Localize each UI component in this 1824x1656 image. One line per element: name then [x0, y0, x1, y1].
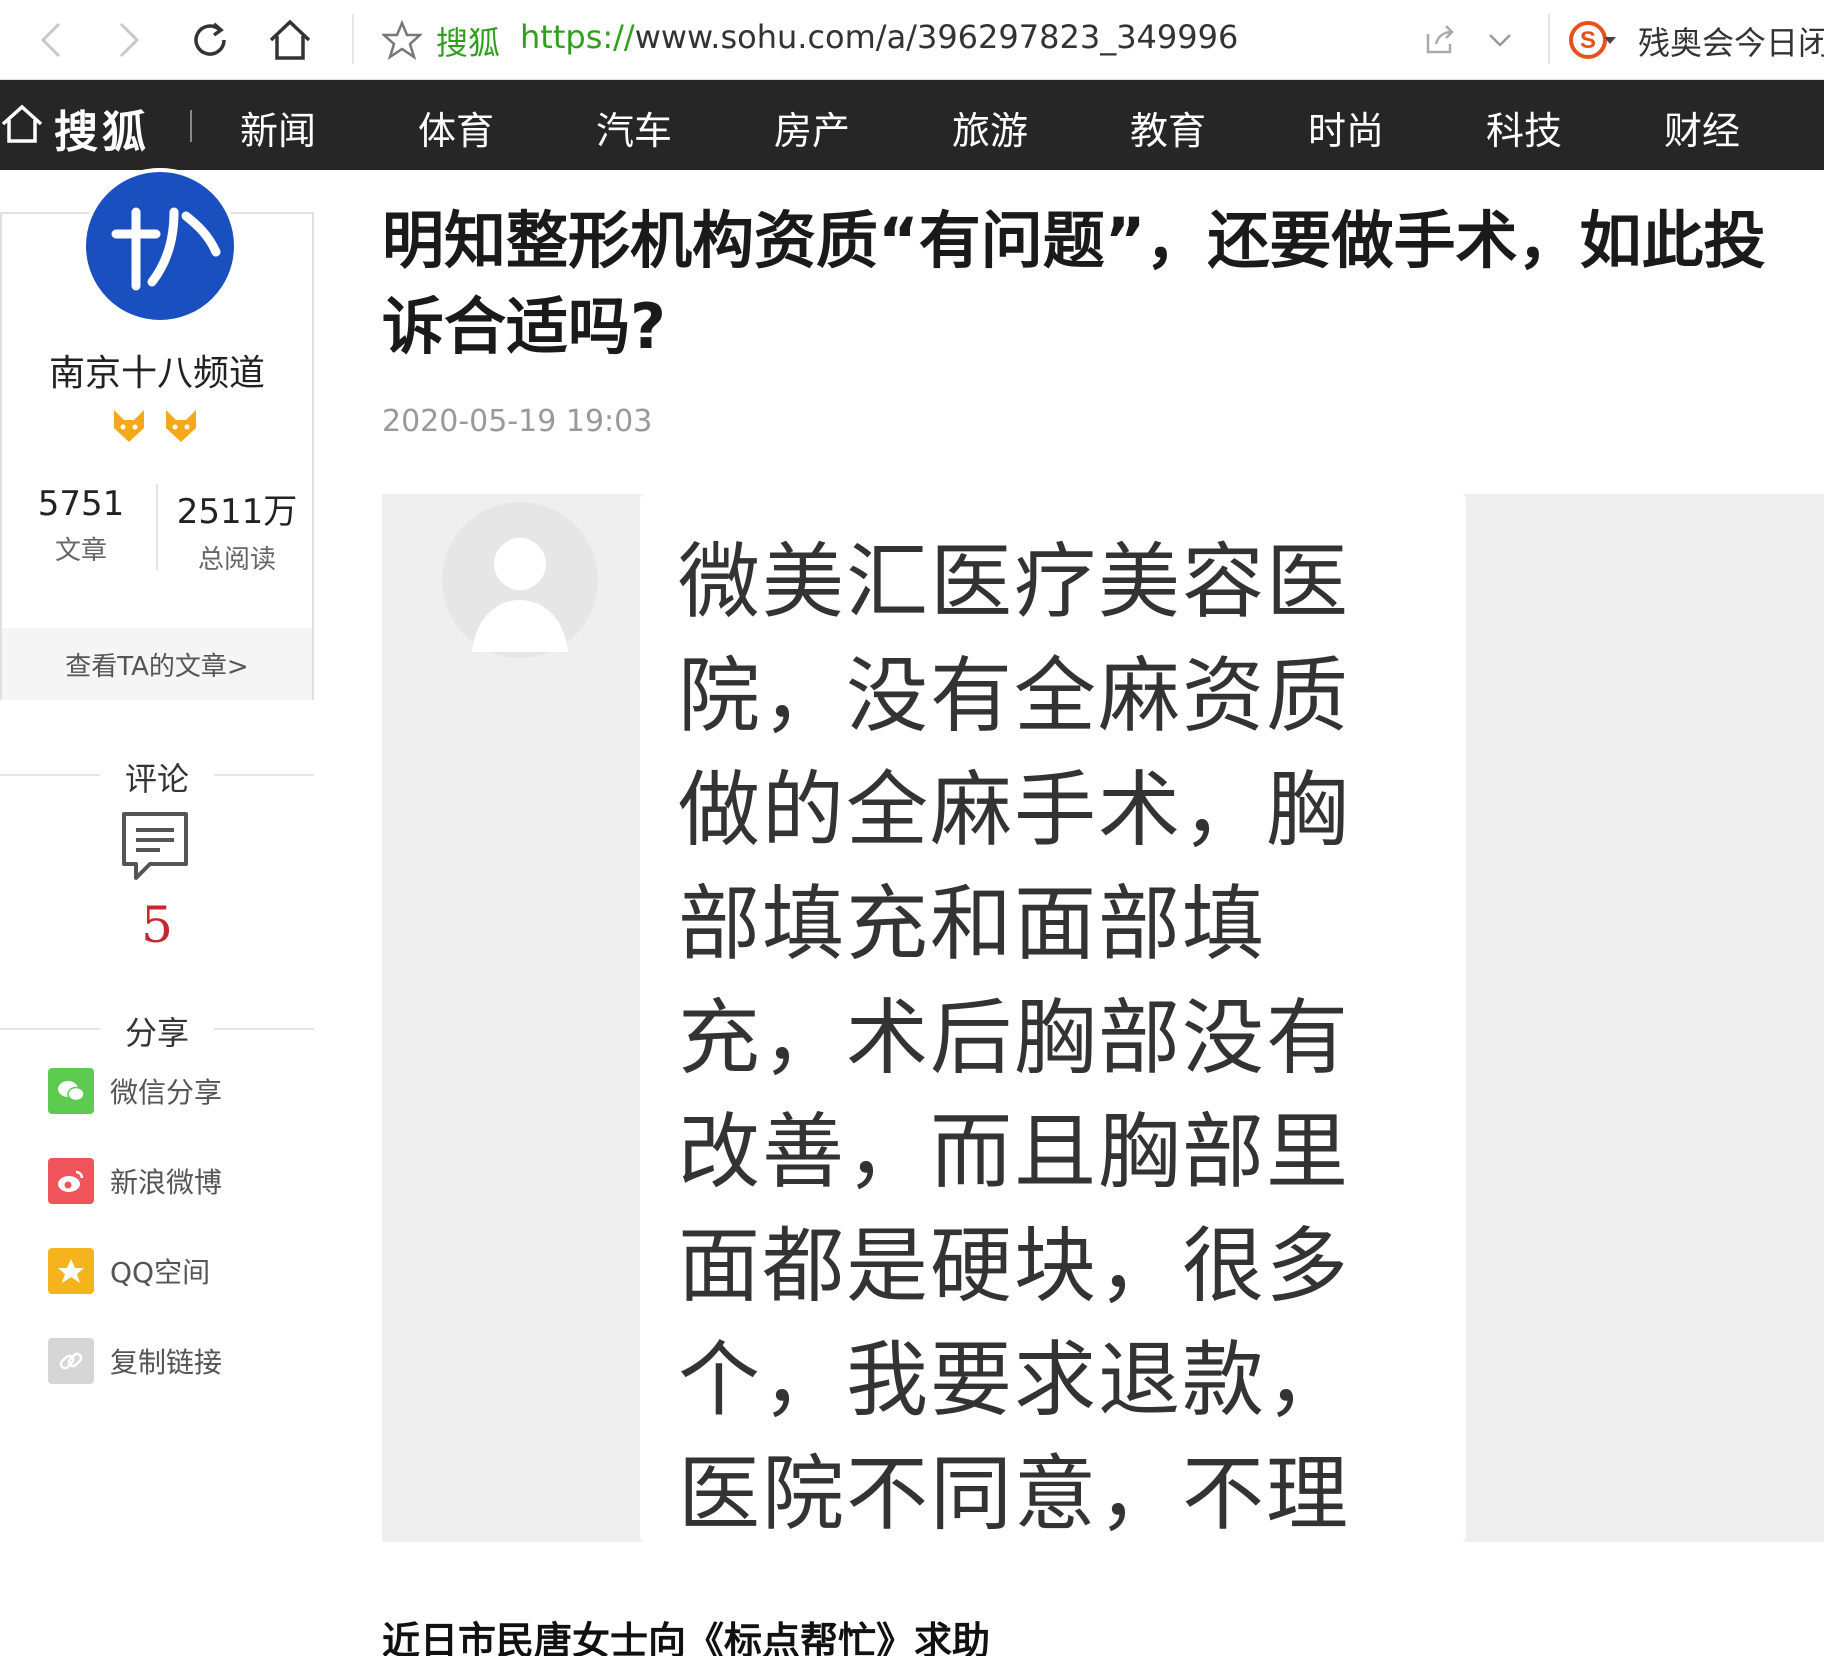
author-name[interactable]: 南京十八频道: [2, 344, 312, 396]
chat-avatar-placeholder: [442, 502, 598, 658]
article-lead-paragraph: 近日市民唐女士向《标点帮忙》求助: [382, 1619, 991, 1656]
svg-text:S: S: [1580, 27, 1596, 54]
article-date: 2020-05-19 19:03: [382, 404, 653, 439]
stat-reads: 2511万 总阅读: [162, 484, 312, 576]
nav-item-education[interactable]: 教育: [1130, 100, 1206, 155]
article-title: 明知整形机构资质“有问题”，还要做手术，如此投诉合适吗?: [382, 204, 1766, 363]
home-outline-icon[interactable]: [0, 102, 44, 146]
toolbar-separator: [352, 14, 354, 64]
forward-icon[interactable]: [104, 14, 156, 66]
comment-icon[interactable]: [120, 810, 190, 884]
articles-label: 文章: [54, 536, 107, 566]
home-icon[interactable]: [264, 14, 316, 66]
share-weibo-label: 新浪微博: [110, 1166, 223, 1199]
nav-divider: [190, 110, 192, 142]
channel-logo-icon: [82, 168, 238, 324]
reads-label: 总阅读: [197, 545, 276, 575]
article-image: 微美汇医疗美容医院，没有全麻资质做的全麻手术，胸部填充和面部填充，术后胸部没有改…: [382, 494, 1824, 1542]
address-bar-url[interactable]: https://www.sohu.com/a/396297823_349996: [520, 18, 1238, 56]
share-qzone[interactable]: QQ空间: [48, 1248, 210, 1294]
toolbar-separator: [1548, 14, 1550, 64]
comments-title: 评论: [124, 760, 189, 798]
reload-icon[interactable]: [184, 14, 236, 66]
stat-articles: 5751 文章: [6, 484, 156, 567]
sohu-logo[interactable]: 搜狐: [54, 96, 150, 160]
share-title: 分享: [124, 1014, 189, 1052]
fox-badge-icon: [114, 410, 144, 442]
qzone-star-icon: [48, 1248, 94, 1294]
share-copy-link-label: 复制链接: [110, 1346, 223, 1379]
comments-heading: 评论: [0, 754, 314, 798]
share-qzone-label: QQ空间: [110, 1256, 211, 1289]
share-wechat[interactable]: 微信分享: [48, 1068, 222, 1114]
share-heading: 分享: [0, 1008, 314, 1052]
stat-divider: [156, 484, 158, 570]
chevron-down-icon[interactable]: [1474, 14, 1526, 66]
nav-item-fashion[interactable]: 时尚: [1308, 100, 1384, 155]
link-icon: [48, 1338, 94, 1384]
view-articles-link[interactable]: 查看TA的文章>: [2, 628, 312, 700]
url-path: www.sohu.com/a/396297823_349996: [634, 18, 1239, 56]
nav-item-news[interactable]: 新闻: [240, 100, 316, 155]
nav-item-tech[interactable]: 科技: [1486, 100, 1562, 155]
url-scheme: https://: [520, 18, 635, 56]
nav-item-realestate[interactable]: 房产: [774, 100, 850, 155]
reads-count: 2511万: [176, 492, 298, 532]
back-icon[interactable]: [24, 14, 76, 66]
share-page-icon[interactable]: [1414, 14, 1466, 66]
nav-item-finance[interactable]: 财经: [1664, 100, 1740, 155]
author-avatar[interactable]: [82, 168, 238, 324]
chat-message-text: 微美汇医疗美容医院，没有全麻资质做的全麻手术，胸部填充和面部填充，术后胸部没有改…: [678, 535, 1351, 1542]
author-stats: 5751 文章 2511万 总阅读: [2, 484, 312, 576]
share-wechat-label: 微信分享: [110, 1076, 223, 1109]
share-weibo[interactable]: 新浪微博: [48, 1158, 222, 1204]
comment-count[interactable]: 5: [0, 896, 314, 954]
wechat-icon: [48, 1068, 94, 1114]
fox-badge-icon: [166, 410, 196, 442]
share-copy-link[interactable]: 复制链接: [48, 1338, 222, 1384]
address-site-label: 搜狐: [436, 24, 501, 62]
nav-item-sports[interactable]: 体育: [418, 100, 494, 155]
news-ticker[interactable]: 残奥会今日闭幕: [1638, 18, 1824, 64]
browser-toolbar: 搜狐 https://www.sohu.com/a/396297823_3499…: [0, 0, 1824, 80]
nav-item-auto[interactable]: 汽车: [596, 100, 672, 155]
bookmark-star-icon[interactable]: [376, 14, 428, 66]
person-silhouette-icon: [472, 538, 568, 652]
weibo-icon: [48, 1158, 94, 1204]
site-navigation: 搜狐 新闻 体育 汽车 房产 旅游 教育 时尚 科技 财经: [0, 80, 1824, 170]
author-badges: [110, 408, 200, 444]
nav-item-travel[interactable]: 旅游: [952, 100, 1028, 155]
caret-down-icon[interactable]: [1600, 14, 1620, 66]
articles-count: 5751: [37, 484, 125, 524]
